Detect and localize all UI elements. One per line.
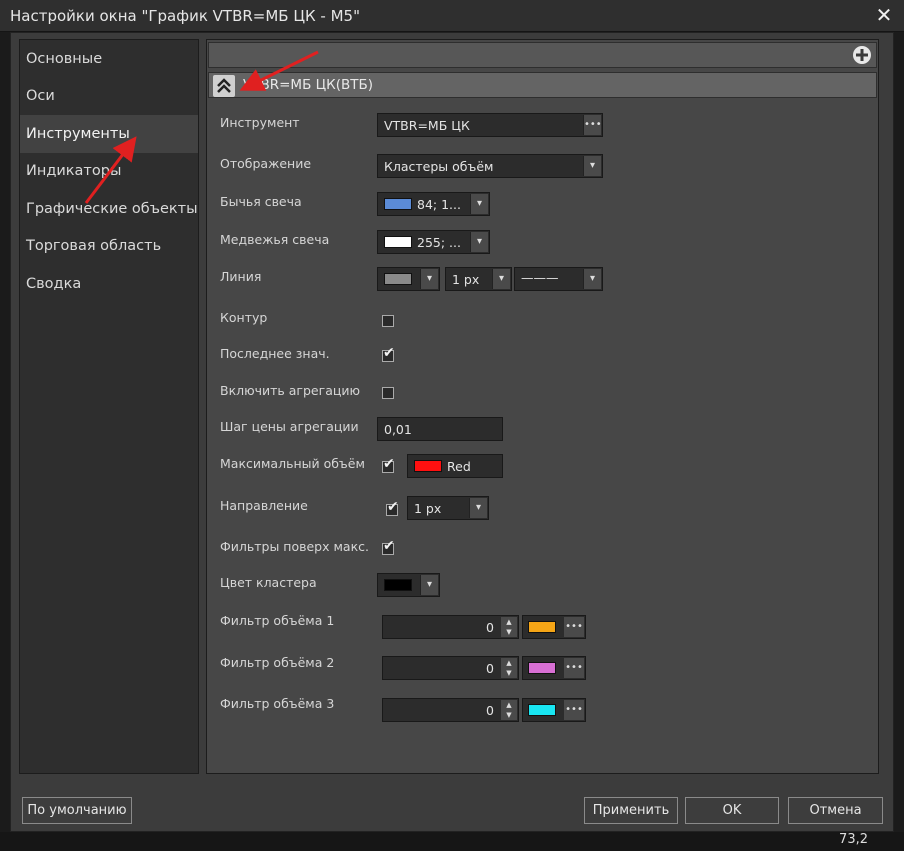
volume-filter-3-swatch xyxy=(528,704,556,716)
cluster-color-swatch xyxy=(384,579,412,591)
aggregation-step-value: 0,01 xyxy=(384,422,412,437)
nav-item-summary[interactable]: Сводка xyxy=(20,265,198,303)
filters-over-max-checkbox[interactable] xyxy=(382,538,395,555)
collapse-icon[interactable] xyxy=(213,75,235,97)
bear-candle-label: Медвежья свеча xyxy=(220,232,330,247)
chevron-down-icon[interactable]: ▾ xyxy=(492,269,510,289)
instrument-section-title: VTBR=МБ ЦК(ВТБ) xyxy=(243,77,374,93)
chevron-down-icon[interactable]: ▾ xyxy=(470,194,488,214)
cancel-button[interactable]: Отмена xyxy=(788,797,883,824)
line-style-value: ——— xyxy=(521,270,559,285)
volume-filter-3-color[interactable]: ••• xyxy=(522,698,586,722)
direction-width-select[interactable]: 1 px ▾ xyxy=(407,496,489,520)
enable-aggregation-checkbox[interactable] xyxy=(382,387,394,399)
volume-filter-1-label: Фильтр объёма 1 xyxy=(220,613,335,628)
volume-filter-2-color[interactable]: ••• xyxy=(522,656,586,680)
nav-item-indicators[interactable]: Индикаторы xyxy=(20,153,198,191)
bear-candle-swatch xyxy=(384,236,412,248)
instrument-toolbar xyxy=(208,42,877,68)
max-volume-color-select[interactable]: Red xyxy=(407,454,503,478)
nav-item-instruments[interactable]: Инструменты xyxy=(20,115,198,153)
volume-filter-1-swatch xyxy=(528,621,556,633)
nav-item-trading-area[interactable]: Торговая область xyxy=(20,228,198,266)
aggregation-step-input[interactable]: 0,01 xyxy=(377,417,503,441)
settings-nav: Основные Оси Инструменты Индикаторы Граф… xyxy=(19,39,199,774)
max-volume-checkbox[interactable] xyxy=(382,456,395,473)
bear-candle-color-select[interactable]: 255; ... ▾ xyxy=(377,230,490,254)
enable-aggregation-label: Включить агрегацию xyxy=(220,383,361,398)
max-volume-color-name: Red xyxy=(447,459,471,474)
volume-filter-1-input[interactable]: 0 ▲ ▼ xyxy=(382,615,519,639)
spinner-arrows-icon[interactable]: ▲ ▼ xyxy=(501,617,517,637)
window-title: Настройки окна "График VTBR=МБ ЦК - M5" xyxy=(10,7,360,25)
display-select[interactable]: Кластеры объём ▾ xyxy=(377,154,603,178)
aggregation-step-label: Шаг цены агрегации xyxy=(220,419,359,434)
price-readout: 73,2 xyxy=(839,832,868,847)
volume-filter-1-color[interactable]: ••• xyxy=(522,615,586,639)
chevron-down-icon[interactable]: ▾ xyxy=(470,232,488,252)
more-icon[interactable]: ••• xyxy=(583,115,602,135)
spinner-arrows-icon[interactable]: ▲ ▼ xyxy=(501,658,517,678)
line-width-value: 1 px xyxy=(452,272,480,287)
volume-filter-2-label: Фильтр объёма 2 xyxy=(220,655,335,670)
last-value-checkbox[interactable] xyxy=(382,345,395,362)
volume-filter-3-value: 0 xyxy=(486,703,494,718)
line-label: Линия xyxy=(220,269,262,284)
volume-filter-1-value: 0 xyxy=(486,620,494,635)
bull-candle-swatch xyxy=(384,198,412,210)
volume-filter-2-input[interactable]: 0 ▲ ▼ xyxy=(382,656,519,680)
line-style-select[interactable]: ——— ▾ xyxy=(514,267,603,291)
direction-width-value: 1 px xyxy=(414,501,442,516)
more-icon[interactable]: ••• xyxy=(564,658,584,678)
cluster-color-label: Цвет кластера xyxy=(220,575,317,590)
close-icon[interactable]: ✕ xyxy=(874,5,894,25)
defaults-button[interactable]: По умолчанию xyxy=(22,797,132,824)
contour-label: Контур xyxy=(220,310,268,325)
line-color-swatch xyxy=(384,273,412,285)
more-icon[interactable]: ••• xyxy=(564,617,584,637)
volume-filter-2-value: 0 xyxy=(486,661,494,676)
bear-candle-value: 255; ... xyxy=(417,235,461,250)
volume-filter-3-label: Фильтр объёма 3 xyxy=(220,696,335,711)
max-volume-label: Максимальный объём xyxy=(220,456,365,471)
line-width-select[interactable]: 1 px ▾ xyxy=(445,267,512,291)
add-instrument-icon[interactable] xyxy=(852,45,872,65)
volume-filter-3-input[interactable]: 0 ▲ ▼ xyxy=(382,698,519,722)
filters-over-max-label: Фильтры поверх макс. xyxy=(220,539,369,554)
line-color-select[interactable]: ▾ xyxy=(377,267,440,291)
apply-button[interactable]: Применить xyxy=(584,797,678,824)
title-bar: Настройки окна "График VTBR=МБ ЦК - M5" … xyxy=(0,0,904,32)
max-volume-swatch xyxy=(414,460,442,472)
instrument-settings-panel: VTBR=МБ ЦК(ВТБ) Инструмент VTBR=МБ ЦК ••… xyxy=(206,39,879,774)
direction-label: Направление xyxy=(220,498,308,513)
chevron-down-icon[interactable]: ▾ xyxy=(583,269,601,289)
instrument-section-header[interactable]: VTBR=МБ ЦК(ВТБ) xyxy=(208,72,877,98)
settings-dialog: Основные Оси Инструменты Индикаторы Граф… xyxy=(10,32,894,832)
instrument-field[interactable]: VTBR=МБ ЦК ••• xyxy=(377,113,603,137)
direction-checkbox[interactable] xyxy=(386,499,399,516)
ok-button[interactable]: OK xyxy=(685,797,779,824)
bull-candle-label: Бычья свеча xyxy=(220,194,302,209)
chevron-down-icon[interactable]: ▾ xyxy=(420,575,438,595)
display-value: Кластеры объём xyxy=(384,159,494,174)
more-icon[interactable]: ••• xyxy=(564,700,584,720)
bull-candle-value: 84; 1... xyxy=(417,197,461,212)
nav-item-main[interactable]: Основные xyxy=(20,40,198,78)
chevron-down-icon[interactable]: ▾ xyxy=(583,156,601,176)
nav-item-graphic-objects[interactable]: Графические объекты xyxy=(20,190,198,228)
instrument-label: Инструмент xyxy=(220,115,300,130)
contour-checkbox[interactable] xyxy=(382,315,394,327)
volume-filter-2-swatch xyxy=(528,662,556,674)
chevron-down-icon[interactable]: ▾ xyxy=(420,269,438,289)
last-value-label: Последнее знач. xyxy=(220,346,330,361)
nav-item-axes[interactable]: Оси xyxy=(20,78,198,116)
chart-bottom-strip: 73,2 xyxy=(0,832,904,851)
cluster-color-select[interactable]: ▾ xyxy=(377,573,440,597)
instrument-value: VTBR=МБ ЦК xyxy=(384,118,470,133)
chevron-down-icon[interactable]: ▾ xyxy=(469,498,487,518)
spinner-arrows-icon[interactable]: ▲ ▼ xyxy=(501,700,517,720)
bull-candle-color-select[interactable]: 84; 1... ▾ xyxy=(377,192,490,216)
display-label: Отображение xyxy=(220,156,312,171)
